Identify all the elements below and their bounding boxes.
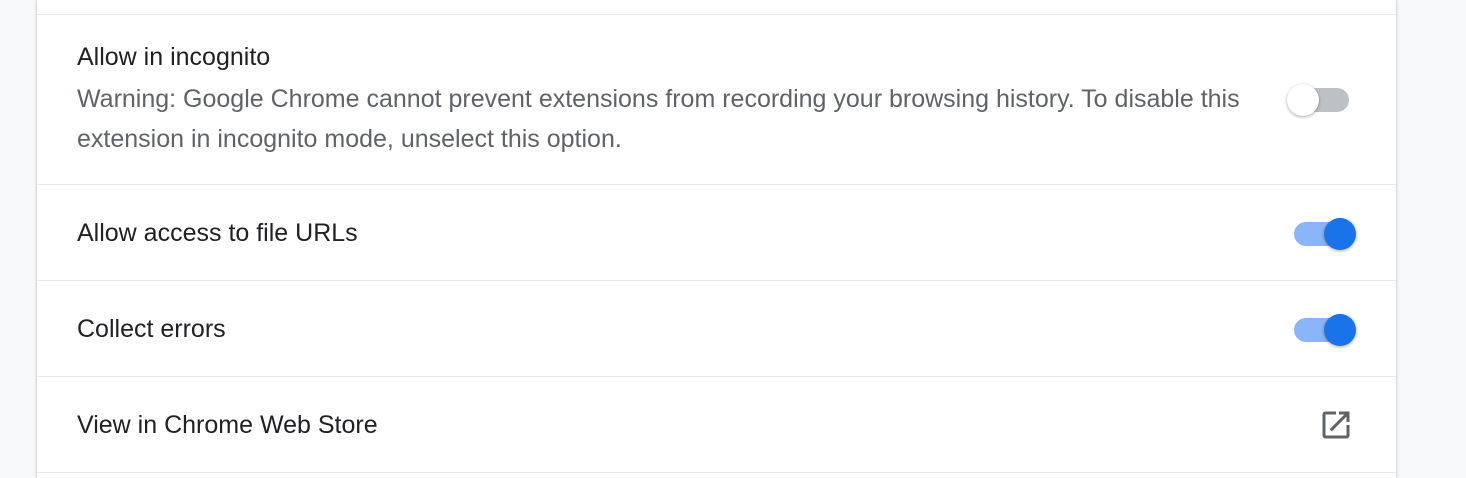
collect-errors-setting-row: Collect errors xyxy=(37,281,1396,376)
view-in-web-store-row[interactable]: View in Chrome Web Store xyxy=(37,377,1396,472)
incognito-toggle[interactable] xyxy=(1287,82,1349,118)
toggle-knob xyxy=(1287,84,1319,116)
collect-errors-setting-title: Collect errors xyxy=(77,315,226,343)
open-in-new-icon[interactable] xyxy=(1318,407,1354,443)
incognito-setting-row: Allow in incognito Warning: Google Chrom… xyxy=(37,15,1396,184)
file-urls-toggle[interactable] xyxy=(1294,216,1356,252)
toggle-knob xyxy=(1324,314,1356,346)
collect-errors-toggle[interactable] xyxy=(1294,312,1356,348)
view-in-web-store-title: View in Chrome Web Store xyxy=(77,411,378,439)
extension-settings-card: Allow in incognito Warning: Google Chrom… xyxy=(36,0,1397,478)
incognito-setting-description: Warning: Google Chrome cannot prevent ex… xyxy=(77,85,1240,153)
incognito-setting-title: Allow in incognito xyxy=(77,43,271,71)
file-urls-setting-title: Allow access to file URLs xyxy=(77,219,358,247)
divider xyxy=(37,472,1396,473)
file-urls-setting-row: Allow access to file URLs xyxy=(37,185,1396,280)
toggle-knob xyxy=(1324,218,1356,250)
